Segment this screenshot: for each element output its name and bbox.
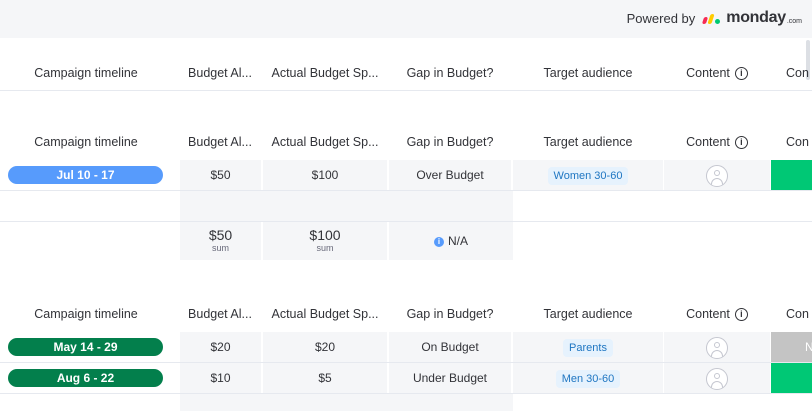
column-header-actual-budget[interactable]: Actual Budget Sp... bbox=[263, 58, 387, 88]
monday-logo-icon bbox=[702, 12, 722, 24]
person-avatar-icon[interactable] bbox=[706, 336, 728, 359]
column-header-campaign-timeline[interactable]: Campaign timeline bbox=[0, 299, 172, 329]
column-header-actual-budget[interactable]: Actual Budget Sp... bbox=[263, 127, 387, 157]
column-header-next[interactable]: Con bbox=[780, 58, 812, 88]
table-row[interactable]: Aug 6 - 22 $10 $5 Under Budget Men 30-60 bbox=[0, 363, 812, 393]
status-cell[interactable]: N bbox=[771, 332, 812, 362]
header-divider bbox=[0, 90, 812, 91]
column-header-target-audience[interactable]: Target audience bbox=[513, 299, 663, 329]
info-icon[interactable]: i bbox=[734, 136, 748, 150]
content-cell[interactable] bbox=[664, 332, 770, 362]
column-header-actual-budget[interactable]: Actual Budget Sp... bbox=[263, 299, 387, 329]
column-header-content-label: Content bbox=[686, 135, 730, 149]
target-audience-cell[interactable]: Men 30-60 bbox=[513, 363, 663, 393]
gap-cell[interactable]: Under Budget bbox=[389, 363, 511, 393]
gap-cell[interactable]: On Budget bbox=[389, 332, 511, 362]
summary-actual: $100 sum bbox=[263, 222, 387, 260]
timeline-pill[interactable]: May 14 - 29 bbox=[8, 338, 163, 356]
actual-budget-cell[interactable]: $100 bbox=[263, 160, 387, 190]
target-audience-cell[interactable]: Women 30-60 bbox=[513, 160, 663, 190]
budget-allocated-cell[interactable]: $10 bbox=[180, 363, 261, 393]
column-header-target-audience[interactable]: Target audience bbox=[513, 127, 663, 157]
monday-logo-text: monday bbox=[726, 9, 786, 26]
summary-gap: i N/A bbox=[389, 222, 513, 260]
summary-budget: $50 sum bbox=[180, 222, 261, 260]
column-header-content-label: Content bbox=[686, 66, 730, 80]
budget-allocated-cell[interactable]: $50 bbox=[180, 160, 261, 190]
column-header-gap[interactable]: Gap in Budget? bbox=[389, 127, 511, 157]
column-header-campaign-timeline[interactable]: Campaign timeline bbox=[0, 127, 172, 157]
table-row[interactable]: May 14 - 29 $20 $20 On Budget Parents N bbox=[0, 332, 812, 362]
actual-budget-cell[interactable]: $20 bbox=[263, 332, 387, 362]
monday-logo: monday .com bbox=[702, 9, 802, 27]
top-bar: Powered by monday .com bbox=[0, 0, 812, 38]
audience-tag[interactable]: Women 30-60 bbox=[547, 166, 629, 185]
actual-budget-cell[interactable]: $5 bbox=[263, 363, 387, 393]
powered-by-label: Powered by bbox=[626, 10, 696, 26]
summary-actual-label: sum bbox=[316, 243, 334, 253]
info-icon[interactable]: i bbox=[734, 308, 748, 322]
timeline-pill[interactable]: Aug 6 - 22 bbox=[8, 369, 163, 387]
monday-logo-suffix: .com bbox=[786, 17, 802, 25]
column-header-next[interactable]: Con bbox=[780, 127, 812, 157]
content-cell[interactable] bbox=[664, 160, 770, 190]
add-item-area[interactable] bbox=[180, 394, 513, 411]
summary-budget-label: sum bbox=[211, 243, 229, 253]
group-2-column-header: Campaign timeline Budget Al... Actual Bu… bbox=[0, 299, 812, 329]
column-header-campaign-timeline[interactable]: Campaign timeline bbox=[0, 58, 172, 88]
column-header-gap[interactable]: Gap in Budget? bbox=[389, 299, 511, 329]
add-item-area[interactable] bbox=[180, 191, 513, 221]
gap-cell[interactable]: Over Budget bbox=[389, 160, 511, 190]
status-cell[interactable] bbox=[771, 363, 812, 393]
powered-by[interactable]: Powered by monday .com bbox=[627, 9, 802, 27]
person-avatar-icon[interactable] bbox=[706, 367, 728, 390]
info-icon[interactable]: i bbox=[734, 67, 748, 81]
budget-allocated-cell[interactable]: $20 bbox=[180, 332, 261, 362]
sticky-column-header: Campaign timeline Budget Al... Actual Bu… bbox=[0, 58, 812, 88]
column-header-gap[interactable]: Gap in Budget? bbox=[389, 58, 511, 88]
column-header-content[interactable]: Content i bbox=[664, 127, 770, 157]
column-header-content-label: Content bbox=[686, 307, 730, 321]
column-header-next[interactable]: Con bbox=[780, 299, 812, 329]
summary-budget-value: $50 bbox=[208, 227, 233, 243]
audience-tag[interactable]: Parents bbox=[563, 338, 613, 357]
audience-tag[interactable]: Men 30-60 bbox=[555, 369, 621, 388]
column-header-content[interactable]: Content i bbox=[664, 299, 770, 329]
summary-gap-value: N/A bbox=[447, 234, 468, 248]
column-header-target-audience[interactable]: Target audience bbox=[513, 58, 663, 88]
column-header-content[interactable]: Content i bbox=[664, 58, 770, 88]
summary-actual-value: $100 bbox=[309, 227, 341, 243]
target-audience-cell[interactable]: Parents bbox=[513, 332, 663, 362]
person-avatar-icon[interactable] bbox=[706, 164, 728, 187]
status-cell[interactable] bbox=[771, 160, 812, 190]
column-header-budget-allocated[interactable]: Budget Al... bbox=[180, 127, 260, 157]
column-header-budget-allocated[interactable]: Budget Al... bbox=[180, 58, 260, 88]
content-cell[interactable] bbox=[664, 363, 770, 393]
table-row[interactable]: Jul 10 - 17 $50 $100 Over Budget Women 3… bbox=[0, 160, 812, 190]
group-1-column-header: Campaign timeline Budget Al... Actual Bu… bbox=[0, 127, 812, 157]
column-header-budget-allocated[interactable]: Budget Al... bbox=[180, 299, 260, 329]
timeline-pill[interactable]: Jul 10 - 17 bbox=[8, 166, 163, 184]
info-icon[interactable]: i bbox=[433, 236, 444, 247]
